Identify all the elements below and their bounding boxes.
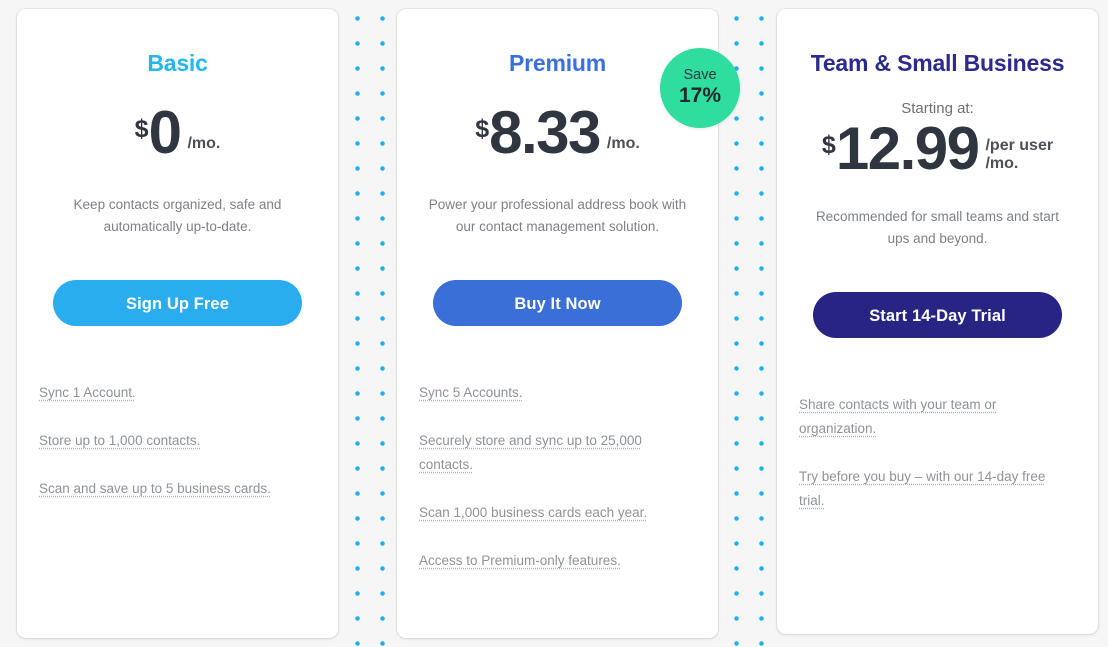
save-badge-value: 17% [678, 83, 722, 107]
list-item: Access to Premium-only features. [419, 553, 621, 569]
plan-title-premium: Premium [508, 50, 607, 76]
price-amount: 0 [148, 99, 182, 167]
currency-symbol: $ [134, 115, 149, 144]
feature-list-basic: Sync 1 Account. Store up to 1,000 contac… [39, 326, 316, 501]
pricing-card-basic-body: Basic $ 0 /mo. Keep contacts organized, … [17, 9, 338, 638]
list-item: Sync 5 Accounts. [419, 385, 523, 401]
list-item: Store up to 1,000 contacts. [39, 433, 201, 449]
plan-title-basic: Basic [147, 50, 208, 76]
buy-it-now-button[interactable]: Buy It Now [433, 280, 682, 327]
cta-wrapper-basic: Sign Up Free [39, 237, 316, 327]
price-period: /mo. [606, 135, 640, 153]
starting-at-label: Starting at: [901, 100, 974, 118]
dot-pattern-icon [339, 0, 397, 647]
feature-list-team: Share contacts with your team or organiz… [799, 338, 1076, 513]
feature-list-premium: Sync 5 Accounts. Securely store and sync… [419, 326, 696, 573]
price-amount: 12.99 [835, 115, 980, 183]
start-trial-button[interactable]: Start 14-Day Trial [813, 292, 1062, 339]
cta-wrapper-team: Start 14-Day Trial [799, 249, 1076, 339]
save-badge: Save 17% [660, 48, 740, 128]
price-period: /mo. [187, 135, 221, 153]
pricing-page: Basic $ 0 /mo. Keep contacts organized, … [0, 0, 1108, 647]
price-period: /per user /mo. [985, 137, 1054, 173]
currency-symbol: $ [475, 115, 490, 144]
cta-wrapper-premium: Buy It Now [419, 237, 696, 327]
currency-symbol: $ [821, 131, 836, 160]
list-item: Scan and save up to 5 business cards. [39, 481, 271, 497]
list-item: Share contacts with your team or organiz… [799, 397, 997, 437]
plan-title-team: Team & Small Business [810, 50, 1065, 76]
save-badge-label: Save [683, 67, 717, 84]
plan-description-basic: Keep contacts organized, safe and automa… [73, 197, 282, 234]
list-item: Scan 1,000 business cards each year. [419, 505, 648, 521]
price-basic: $ 0 /mo. [39, 76, 316, 167]
pricing-card-team: Team & Small Business Starting at: $ 12.… [777, 9, 1098, 634]
pricing-card-team-body: Team & Small Business Starting at: $ 12.… [777, 9, 1098, 634]
plan-description-team: Recommended for small teams and start up… [815, 209, 1060, 246]
dot-pattern-icon [1097, 0, 1108, 647]
price-team: $ 12.99 /per user /mo. [799, 115, 1076, 183]
list-item: Try before you buy – with our 14-day fre… [799, 469, 1046, 509]
sign-up-free-button[interactable]: Sign Up Free [53, 280, 302, 327]
list-item: Securely store and sync up to 25,000 con… [419, 433, 642, 473]
list-item: Sync 1 Account. [39, 385, 136, 401]
pricing-card-basic: Basic $ 0 /mo. Keep contacts organized, … [17, 9, 338, 638]
pricing-card-premium: Premium $ 8.33 /mo. Power your professio… [397, 9, 740, 638]
plan-description-premium: Power your professional address book wit… [428, 197, 687, 234]
price-amount: 8.33 [489, 99, 601, 167]
price-premium: $ 8.33 /mo. [419, 76, 696, 167]
